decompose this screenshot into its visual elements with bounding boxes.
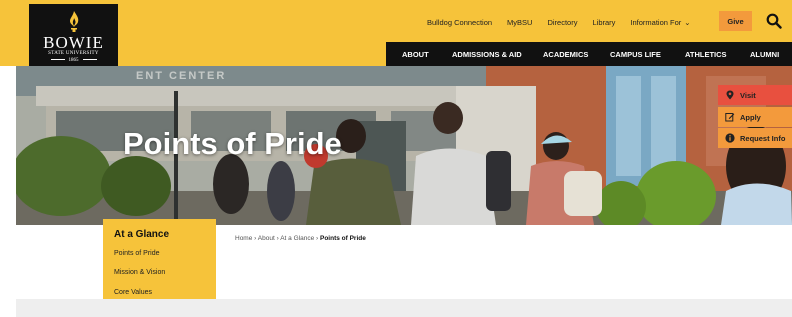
hero-banner: ENT CENTER Points of Pride (16, 66, 792, 225)
page-title: Points of Pride (123, 126, 342, 161)
util-link-mybsu[interactable]: MyBSU (507, 18, 532, 27)
university-logo[interactable]: BOWIE STATE UNIVERSITY 1865 (29, 4, 118, 66)
glance-item-points-of-pride[interactable]: Points of Pride (114, 250, 160, 257)
site-header: BOWIE STATE UNIVERSITY 1865 Bulldog Conn… (0, 0, 792, 66)
nav-academics[interactable]: ACADEMICS (543, 50, 588, 59)
logo-year: 1865 (29, 58, 118, 63)
main-nav: ABOUT ADMISSIONS & AID ACADEMICS CAMPUS … (386, 42, 792, 66)
edit-icon (725, 113, 735, 122)
building-sign-text: ENT CENTER (136, 70, 226, 82)
util-link-library[interactable]: Library (592, 18, 615, 27)
visit-button[interactable]: Visit (718, 85, 792, 105)
info-icon (725, 133, 735, 143)
at-a-glance-menu: At a Glance Points of Pride Mission & Vi… (103, 219, 216, 308)
request-info-button[interactable]: Request Info (718, 128, 792, 148)
nav-admissions-aid[interactable]: ADMISSIONS & AID (452, 50, 522, 59)
util-link-directory[interactable]: Directory (547, 18, 577, 27)
breadcrumb-current: Points of Pride (319, 235, 366, 242)
nav-about[interactable]: ABOUT (402, 50, 429, 59)
breadcrumb-separator: › (316, 235, 319, 242)
breadcrumb-at-a-glance[interactable]: At a Glance (280, 235, 314, 242)
logo-subtitle: STATE UNIVERSITY (48, 51, 99, 56)
util-link-bulldog-connection[interactable]: Bulldog Connection (427, 18, 492, 27)
glance-item-core-values[interactable]: Core Values (114, 289, 152, 296)
breadcrumb-about[interactable]: About (258, 235, 275, 242)
glance-item-mission-vision[interactable]: Mission & Vision (114, 269, 165, 276)
search-icon[interactable] (766, 13, 782, 29)
visit-label: Visit (740, 90, 756, 100)
utility-nav: Bulldog Connection MyBSU Directory Libra… (427, 12, 691, 32)
breadcrumb: Home › About › At a Glance › Points of P… (235, 235, 366, 242)
give-button[interactable]: Give (719, 11, 752, 31)
apply-label: Apply (740, 112, 761, 122)
util-link-information-for[interactable]: Information For ⌄ (630, 18, 690, 27)
content-divider-band (16, 299, 792, 317)
breadcrumb-separator: › (254, 235, 257, 242)
chevron-down-icon: ⌄ (684, 17, 691, 27)
nav-alumni[interactable]: ALUMNI (750, 50, 779, 59)
at-a-glance-title: At a Glance (114, 229, 170, 240)
information-for-label: Information For (630, 17, 682, 27)
location-pin-icon (726, 90, 734, 100)
nav-athletics[interactable]: ATHLETICS (685, 50, 727, 59)
breadcrumb-home[interactable]: Home (235, 235, 252, 242)
request-info-label: Request Info (740, 133, 786, 143)
breadcrumb-separator: › (276, 235, 279, 242)
nav-campus-life[interactable]: CAMPUS LIFE (610, 50, 661, 59)
torch-flame-icon (70, 11, 79, 32)
logo-wordmark: BOWIE (43, 33, 104, 52)
apply-button[interactable]: Apply (718, 107, 792, 127)
